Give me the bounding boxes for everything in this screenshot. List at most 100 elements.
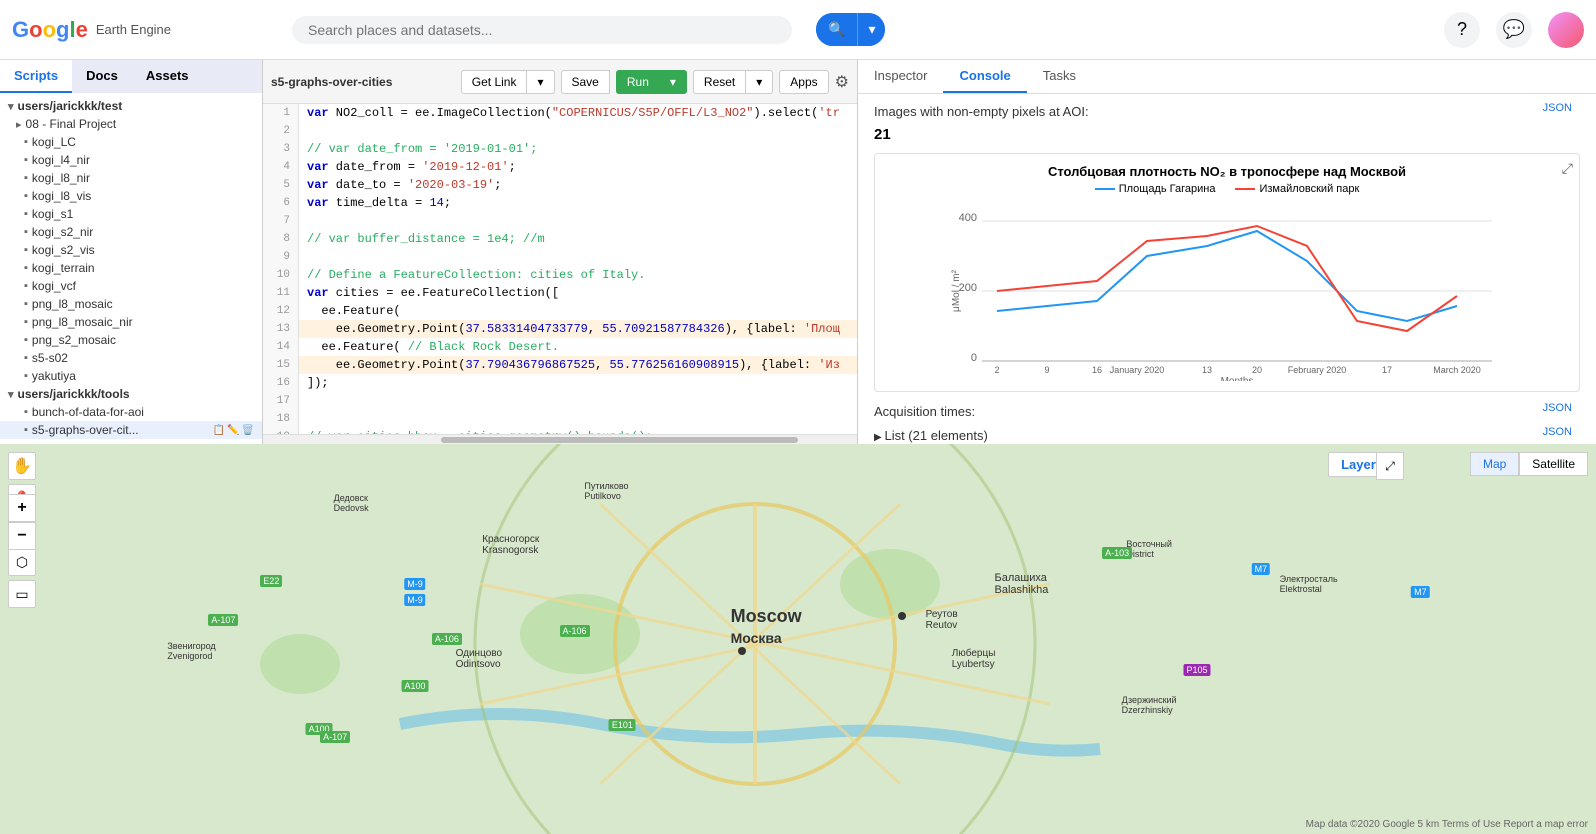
svg-text:Months: Months (1221, 376, 1254, 381)
tab-tasks[interactable]: Tasks (1027, 60, 1092, 93)
tab-docs[interactable]: Docs (72, 60, 132, 93)
code-line-9: 9 (263, 248, 857, 266)
city-label-moscow: MoscowМосква (731, 606, 802, 648)
road-label-a106-2: A-106 (432, 633, 462, 645)
reset-button[interactable]: Reset (693, 70, 746, 94)
city-label-dzerzhinskiy: ДзержинскийDzerzhinskiy (1122, 695, 1177, 715)
search-input[interactable] (308, 22, 776, 38)
hand-tool[interactable]: ✋ (8, 452, 36, 480)
help-button[interactable]: ? (1444, 12, 1480, 48)
city-label-dedovsk: ДедовскDedovsk (334, 493, 369, 513)
acquisition-row: Acquisition times: JSON (874, 402, 1580, 422)
chart-svg: 400 200 0 μMol / m² 2 9 16 January 2020 (885, 201, 1569, 381)
list-item[interactable]: ▪ kogi_vcf (0, 277, 262, 295)
zoom-in-button[interactable]: + (8, 494, 36, 522)
city-label-zvenigorod: ЗвенигородZvenigorod (167, 641, 215, 661)
fullscreen-button[interactable]: ⤢ (1376, 452, 1404, 480)
run-dropdown[interactable]: ▾ (660, 70, 687, 94)
list-item[interactable]: ▪ png_s2_mosaic (0, 331, 262, 349)
top-bar: Google Earth Engine 🔍 ▾ ? 💬 (0, 0, 1596, 60)
file-tree: ▾ users/jarickkk/test ▸ 08 - Final Proje… (0, 93, 262, 444)
tree-folder-final-project[interactable]: ▸ 08 - Final Project (0, 115, 262, 133)
list-item-active[interactable]: ▪ s5-graphs-over-cit... 📋 ✏️ 🗑️ (0, 421, 262, 439)
road-label-a107-right: A-107 (320, 731, 350, 743)
left-panel: Scripts Docs Assets ▾ users/jarickkk/tes… (0, 60, 263, 444)
get-link-dropdown[interactable]: ▾ (527, 70, 554, 94)
json-label-1[interactable]: JSON (1543, 102, 1572, 114)
list-item[interactable]: ▪ kogi_terrain (0, 259, 262, 277)
tab-scripts[interactable]: Scripts (0, 60, 72, 93)
list-item[interactable]: ▪ kogi_l8_nir (0, 169, 262, 187)
list-item[interactable]: ▪ png_l8_mosaic_nir (0, 313, 262, 331)
road-label-m7-2: M7 (1411, 586, 1430, 598)
settings-button[interactable]: ⚙ (835, 72, 849, 92)
file-icon-delete[interactable]: 🗑️ (242, 425, 254, 436)
chart-expand-button[interactable]: ⤢ (1562, 160, 1573, 177)
tab-inspector[interactable]: Inspector (858, 60, 943, 93)
city-label-balashikha: БалашихаBalashikha (995, 572, 1049, 596)
legend-label-1: Площадь Гагарина (1119, 183, 1216, 195)
file-icon-share[interactable]: 📋 (213, 425, 225, 436)
horizontal-scrollbar[interactable] (263, 434, 857, 444)
app-name: Earth Engine (96, 22, 171, 37)
map-view-button[interactable]: Map (1470, 452, 1519, 476)
json-label-2[interactable]: JSON (1543, 402, 1572, 414)
rect-tool[interactable]: ▭ (8, 580, 36, 608)
satellite-view-button[interactable]: Satellite (1519, 452, 1588, 476)
reset-button-group: Reset ▾ (693, 70, 773, 94)
chart-line-red (997, 226, 1457, 331)
code-editor[interactable]: 1 var NO2_coll = ee.ImageCollection("COP… (263, 104, 857, 434)
list-item[interactable]: ▪ kogi_l4_nir (0, 151, 262, 169)
list-item[interactable]: ▪ yakutiya (0, 367, 262, 385)
road-label-a103: A-103 (1102, 547, 1132, 559)
tree-folder-test[interactable]: ▾ users/jarickkk/test (0, 97, 262, 115)
legend-color-2 (1235, 188, 1255, 190)
code-line-10: 10 // Define a FeatureCollection: cities… (263, 266, 857, 284)
svg-text:400: 400 (959, 212, 977, 224)
polygon-tool[interactable]: ⬡ (8, 548, 36, 576)
run-button-group: Run ▾ (616, 70, 687, 94)
chart-area: Столбцовая плотность NO₂ в тропосфере на… (874, 153, 1580, 392)
chart-title: Столбцовая плотность NO₂ в тропосфере на… (885, 164, 1569, 179)
save-button[interactable]: Save (561, 70, 610, 94)
json-label-3[interactable]: JSON (1543, 426, 1572, 438)
pixels-value: 21 (874, 126, 1580, 143)
run-button[interactable]: Run (616, 70, 660, 94)
list-expandable[interactable]: List (21 elements) (874, 428, 988, 443)
code-line-15: 15 ee.Geometry.Point(37.790436796867525,… (263, 356, 857, 374)
zoom-out-button[interactable]: − (8, 522, 36, 550)
user-avatar[interactable] (1548, 12, 1584, 48)
code-editor-panel: s5-graphs-over-cities Get Link ▾ Save Ru… (263, 60, 858, 444)
file-icon-edit[interactable]: ✏️ (227, 425, 239, 436)
list-item[interactable]: ▪ kogi_s2_nir (0, 223, 262, 241)
tab-console[interactable]: Console (943, 60, 1026, 93)
tab-assets[interactable]: Assets (132, 60, 203, 93)
code-line-4: 4 var date_from = '2019-12-01'; (263, 158, 857, 176)
search-button-group: 🔍 ▾ (816, 13, 885, 46)
list-item[interactable]: ▪ png_l8_mosaic (0, 295, 262, 313)
road-label-a100-1: A100 (401, 680, 428, 692)
list-item[interactable]: ▪ kogi_s2_vis (0, 241, 262, 259)
list-item[interactable]: ▪ kogi_l8_vis (0, 187, 262, 205)
list-item[interactable]: ▪ bunch-of-data-for-aoi (0, 403, 262, 421)
map-background: MoscowМосква БалашихаBalashikha РеутовRe… (0, 444, 1596, 834)
get-link-button[interactable]: Get Link (461, 70, 528, 94)
reset-dropdown[interactable]: ▾ (746, 70, 773, 94)
list-item[interactable]: ▪ s5-s02 (0, 349, 262, 367)
notifications-button[interactable]: 💬 (1496, 12, 1532, 48)
list-item[interactable]: ▪ kogi_LC (0, 133, 262, 151)
city-label-putilkovo: ПутилковоPutilkovo (584, 481, 628, 501)
acquisition-label: Acquisition times: (874, 404, 975, 419)
search-dropdown-button[interactable]: ▾ (858, 13, 885, 46)
tree-folder-tools[interactable]: ▾ users/jarickkk/tools (0, 385, 262, 403)
legend-item-1: Площадь Гагарина (1095, 183, 1216, 195)
apps-button[interactable]: Apps (779, 70, 828, 94)
city-label-odintsovo: ОдинцовоOdintsovo (456, 648, 502, 670)
code-line-12: 12 ee.Feature( (263, 302, 857, 320)
list-item[interactable]: ▪ kogi_s1 (0, 205, 262, 223)
road-label-e22: E22 (260, 575, 282, 587)
search-button[interactable]: 🔍 (816, 13, 857, 46)
map-panel: MoscowМосква БалашихаBalashikha РеутовRe… (0, 444, 1596, 834)
right-tab-bar: Inspector Console Tasks (858, 60, 1596, 94)
road-label-a107-left: A-107 (208, 614, 238, 626)
